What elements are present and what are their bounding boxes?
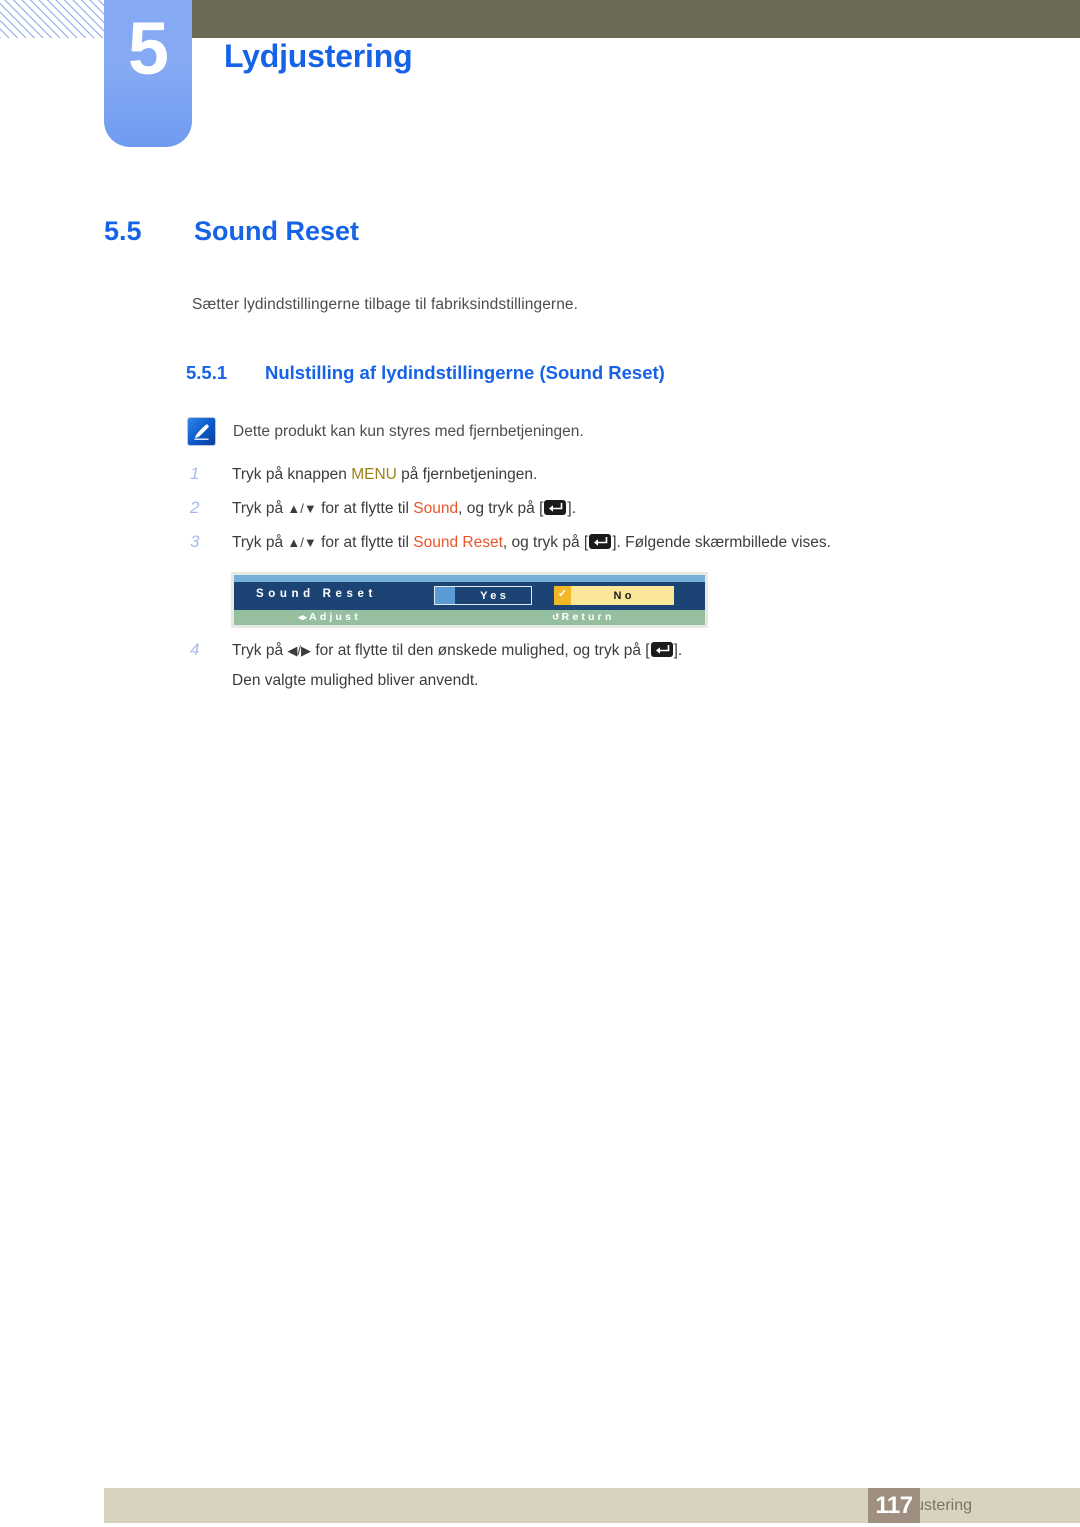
chapter-number-tab: 5 [104,0,192,147]
step-4-suffix: ]. [673,642,683,659]
step-4-mid: for at flytte til den ønskede mulighed, … [311,642,650,659]
enter-key-icon [650,642,673,657]
step-1-number: 1 [190,464,200,483]
up-down-arrows-icon: ▲/▼ [287,501,317,516]
osd-title: Sound Reset [256,588,377,600]
chapter-title: Lydjustering [224,38,413,74]
osd-body: Sound Reset Yes ✓ No [234,582,705,610]
note-pencil-glyph [194,424,209,440]
osd-option-yes[interactable]: Yes [434,586,532,605]
step-2: 2 Tryk på ▲/▼ for at flytte til Sound, og… [190,498,576,518]
step-3-after-keyword: , og tryk på [ [502,534,589,551]
step-2-keyword-sound: Sound [413,500,459,517]
step-4-number: 4 [190,640,200,659]
osd-option-yes-swatch [435,587,455,604]
step-3-suffix: ]. Følgende skærmbillede vises. [612,534,831,551]
step-2-prefix: Tryk på [232,500,288,517]
decorative-hatch-pattern [0,0,104,38]
step-3-keyword-sound-reset: Sound Reset [413,534,503,551]
step-3-number: 3 [190,532,200,551]
return-arrow-icon: ↺ [552,611,560,622]
subsection-title: Nulstilling af lydindstillingerne (Sound… [265,362,665,383]
note-row: Dette produkt kan kun styres med fjernbe… [188,418,584,445]
step-3-mid: for at flytte til [316,534,414,551]
osd-option-no[interactable]: ✓ No [554,586,674,605]
osd-option-yes-label: Yes [480,589,510,602]
osd-footer-return: ↺ Return [552,611,615,623]
left-right-arrows-icon: ◀/▶ [287,643,312,658]
page-footer-bar: 5 Lydjustering [104,1488,1080,1523]
step-4-prefix: Tryk på [232,642,288,659]
osd-option-no-label: No [613,589,635,602]
section-title: Sound Reset [194,216,360,246]
step-1-suffix: på fjernbetjeningen. [396,466,538,483]
osd-option-no-check-icon: ✓ [554,586,571,605]
step-2-mid: for at flytte til [316,500,414,517]
subsection-number: 5.5.1 [186,362,228,383]
note-pencil-icon [188,418,215,445]
enter-key-icon [589,534,612,549]
up-down-arrows-icon: ▲/▼ [287,535,317,550]
step-4-continuation: Den valgte mulighed bliver anvendt. [232,672,479,689]
chapter-header: 5 Lydjustering [0,0,1080,160]
subsection-heading: 5.5.1 Nulstilling af lydindstillingerne (… [186,362,665,384]
step-3-prefix: Tryk på [232,534,288,551]
osd-footer-bar: ◂▸ Adjust ↺ Return [234,610,705,625]
step-3: 3 Tryk på ▲/▼ for at flytte til Sound Res… [190,532,831,552]
step-1-prefix: Tryk på knappen [232,466,352,483]
osd-footer-adjust: ◂▸ Adjust [298,611,361,623]
step-2-suffix: ]. [567,500,577,517]
step-2-number: 2 [190,498,200,517]
page-number-box: 117 [868,1488,920,1523]
osd-footer-return-label: Return [561,611,615,623]
step-4: 4 Tryk på ◀/▶ for at flytte til den ønske… [190,640,682,660]
note-text: Dette produkt kan kun styres med fjernbe… [233,423,584,440]
chapter-number: 5 [127,7,169,90]
osd-footer-adjust-label: Adjust [309,611,361,623]
step-1: 1 Tryk på knappen MENU på fjernbetjeninge… [190,464,537,484]
section-number: 5.5 [104,216,142,246]
section-heading: 5.5 Sound Reset [104,216,359,247]
step-1-keyword-menu: MENU [351,466,397,483]
osd-top-strip [234,575,705,582]
enter-key-icon [544,500,567,515]
left-right-arrows-icon: ◂▸ [298,611,308,622]
header-olive-bar [190,0,1080,38]
osd-screenshot: Sound Reset Yes ✓ No ◂▸ Adjust ↺ Return [231,572,708,628]
section-intro-text: Sætter lydindstillingerne tilbage til fa… [192,296,579,313]
page-number: 117 [875,1491,913,1519]
osd-inner: Sound Reset Yes ✓ No ◂▸ Adjust ↺ Return [234,575,705,625]
step-2-after-keyword: , og tryk på [ [458,500,544,517]
